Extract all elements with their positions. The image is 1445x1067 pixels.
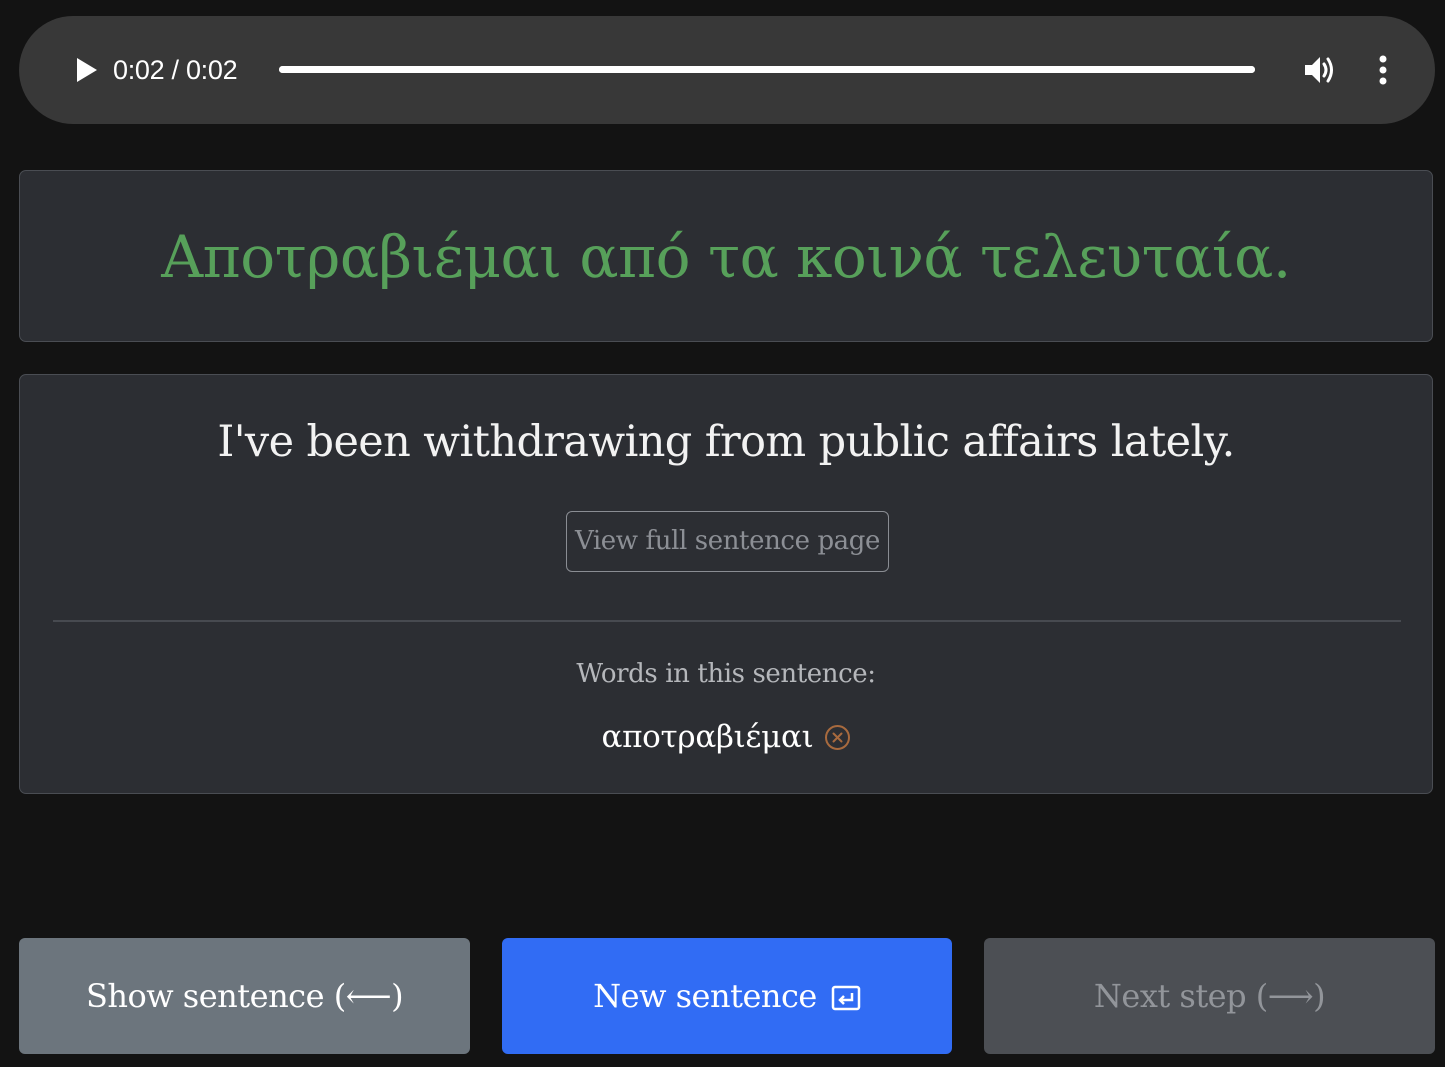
- audio-player[interactable]: 0:02 / 0:02: [19, 16, 1435, 124]
- word-list: αποτραβιέμαι: [20, 717, 1432, 757]
- next-step-button[interactable]: Next step (⟶): [984, 938, 1435, 1054]
- play-button[interactable]: [71, 54, 103, 86]
- play-icon: [77, 58, 97, 82]
- time-display: 0:02 / 0:02: [113, 55, 238, 85]
- enter-key-icon: [831, 985, 861, 1011]
- volume-button[interactable]: [1301, 52, 1337, 88]
- english-translation: I've been withdrawing from public affair…: [217, 417, 1235, 467]
- audio-progress-bar[interactable]: [279, 66, 1255, 73]
- remove-word-button[interactable]: [824, 724, 851, 751]
- more-options-button[interactable]: [1369, 52, 1397, 88]
- word-item[interactable]: αποτραβιέμαι: [601, 717, 813, 757]
- volume-icon: [1305, 57, 1333, 83]
- new-sentence-button[interactable]: New sentence: [502, 938, 952, 1054]
- view-full-sentence-button[interactable]: View full sentence page: [566, 511, 889, 572]
- audio-progress-fill: [279, 66, 1255, 73]
- words-heading: Words in this sentence:: [576, 659, 876, 689]
- more-vertical-icon: [1379, 55, 1387, 85]
- remove-circle-icon: [824, 724, 850, 750]
- next-step-label: Next step (⟶): [1093, 977, 1326, 1015]
- translation-panel: I've been withdrawing from public affair…: [19, 374, 1433, 794]
- greek-sentence-panel: Αποτραβιέμαι από τα κοινά τελευταία.: [19, 170, 1433, 342]
- new-sentence-label: New sentence: [593, 977, 817, 1015]
- divider: [53, 620, 1401, 622]
- show-sentence-button[interactable]: Show sentence (⟵): [19, 938, 470, 1054]
- show-sentence-label: Show sentence (⟵): [85, 977, 404, 1015]
- greek-sentence: Αποτραβιέμαι από τα κοινά τελευταία.: [161, 223, 1291, 291]
